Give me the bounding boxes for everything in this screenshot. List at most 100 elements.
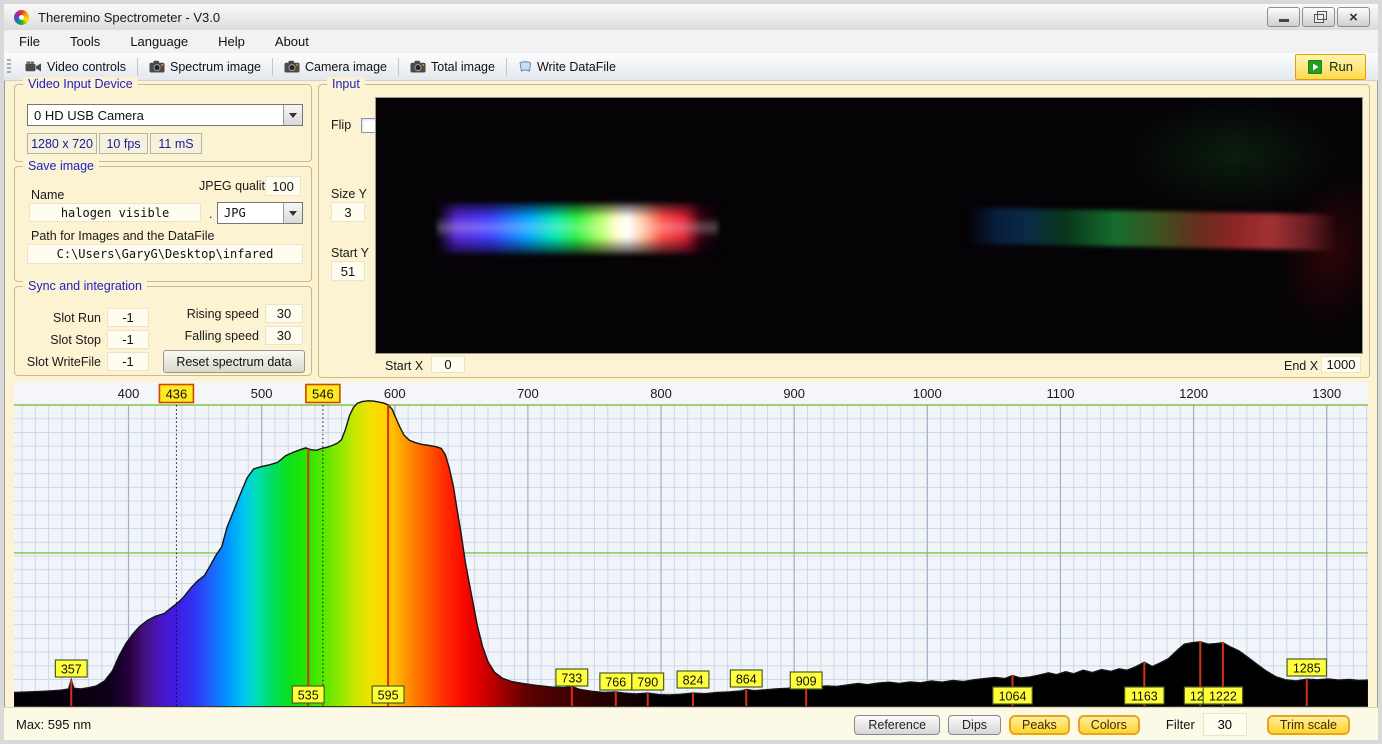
menu-tools[interactable]: Tools <box>55 30 115 53</box>
slot-run-label: Slot Run <box>15 311 101 325</box>
run-label: Run <box>1329 59 1353 74</box>
chevron-down-icon <box>283 105 302 125</box>
camera-icon <box>284 60 300 73</box>
slot-stop-field[interactable] <box>107 330 149 349</box>
flip-checkbox[interactable] <box>361 118 376 133</box>
reset-spectrum-button[interactable]: Reset spectrum data <box>163 350 305 373</box>
path-field[interactable] <box>27 244 303 264</box>
camera-icon <box>410 60 426 73</box>
peaks-button[interactable]: Peaks <box>1009 715 1070 735</box>
end-x-field[interactable] <box>1321 356 1361 373</box>
chevron-down-icon <box>283 203 302 223</box>
reference-button[interactable]: Reference <box>854 715 940 735</box>
fps-badge: 10 fps <box>99 133 148 154</box>
jpeg-quality-label: JPEG quality <box>199 179 271 193</box>
total-image-button[interactable]: Total image <box>401 56 504 78</box>
colors-button[interactable]: Colors <box>1078 715 1140 735</box>
spectrum-chart[interactable]: 4005006007008009001000110012001300436546… <box>14 382 1368 707</box>
rising-speed-field[interactable] <box>265 304 303 323</box>
close-button[interactable]: × <box>1337 7 1370 27</box>
svg-text:909: 909 <box>796 675 817 689</box>
name-label: Name <box>31 188 64 202</box>
slot-run-field[interactable] <box>107 308 149 327</box>
start-y-field[interactable] <box>331 261 365 281</box>
video-controls-button[interactable]: Video controls <box>16 56 135 78</box>
toolbar-separator <box>398 58 399 76</box>
window-title: Theremino Spectrometer - V3.0 <box>38 10 220 25</box>
camera-image-button[interactable]: Camera image <box>275 56 396 78</box>
start-x-field[interactable] <box>431 356 465 373</box>
svg-text:790: 790 <box>637 676 658 690</box>
input-group: Input Flip Size Y Start Y Start X End X <box>318 84 1370 378</box>
svg-text:357: 357 <box>61 663 82 677</box>
filter-label: Filter <box>1166 717 1195 732</box>
format-select[interactable]: JPG <box>217 202 303 224</box>
svg-text:1163: 1163 <box>1131 690 1158 704</box>
video-device-select[interactable]: 0 HD USB Camera <box>27 104 303 126</box>
total-image-label: Total image <box>431 60 495 74</box>
rising-speed-label: Rising speed <box>161 307 259 321</box>
svg-text:595: 595 <box>378 689 399 703</box>
svg-text:1100: 1100 <box>1046 386 1074 401</box>
datafile-scroll-icon <box>518 60 532 73</box>
video-camera-icon <box>25 61 42 73</box>
svg-text:800: 800 <box>650 386 672 401</box>
video-controls-label: Video controls <box>47 60 126 74</box>
start-y-label: Start Y <box>331 246 369 260</box>
svg-text:1285: 1285 <box>1293 662 1321 676</box>
svg-text:400: 400 <box>118 386 140 401</box>
menu-file[interactable]: File <box>4 30 55 53</box>
run-button[interactable]: Run <box>1295 54 1366 80</box>
menu-bar: File Tools Language Help About <box>4 30 1378 54</box>
start-x-label: Start X <box>385 359 423 373</box>
filter-field[interactable] <box>1203 713 1247 736</box>
svg-text:546: 546 <box>312 387 334 402</box>
end-x-label: End X <box>1284 359 1318 373</box>
minimize-icon <box>1279 19 1289 22</box>
toolbar: Video controls Spectrum image Camera ima… <box>4 53 1378 81</box>
run-play-icon <box>1308 60 1322 74</box>
svg-text:766: 766 <box>605 676 626 690</box>
svg-text:1000: 1000 <box>913 386 942 401</box>
minimize-button[interactable] <box>1267 7 1300 27</box>
toolbar-grip[interactable] <box>7 59 11 75</box>
menu-language[interactable]: Language <box>115 30 203 53</box>
camera-preview <box>375 97 1363 354</box>
write-datafile-button[interactable]: Write DataFile <box>509 56 625 78</box>
falling-speed-field[interactable] <box>265 326 303 345</box>
falling-speed-label: Falling speed <box>161 329 259 343</box>
slot-writefile-label: Slot WriteFile <box>15 355 101 369</box>
toolbar-separator <box>137 58 138 76</box>
size-y-field[interactable] <box>331 202 365 222</box>
size-y-label: Size Y <box>331 187 367 201</box>
trim-scale-button[interactable]: Trim scale <box>1267 715 1350 735</box>
menu-about[interactable]: About <box>260 30 324 53</box>
restore-button[interactable] <box>1302 7 1335 27</box>
toolbar-separator <box>506 58 507 76</box>
sync-group-title: Sync and integration <box>23 279 147 293</box>
sync-group: Sync and integration Slot Run Slot Stop … <box>14 286 312 376</box>
app-window: Theremino Spectrometer - V3.0 × File Too… <box>0 0 1382 744</box>
jpeg-quality-field[interactable] <box>265 176 301 196</box>
slot-stop-label: Slot Stop <box>15 333 101 347</box>
slot-writefile-field[interactable] <box>107 352 149 371</box>
svg-text:600: 600 <box>384 386 406 401</box>
dips-button[interactable]: Dips <box>948 715 1001 735</box>
save-image-group: Save image JPEG quality Name . JPG Path … <box>14 166 312 282</box>
path-label: Path for Images and the DataFile <box>31 229 214 243</box>
main-panel: Video Input Device 0 HD USB Camera 1280 … <box>4 80 1378 382</box>
svg-text:700: 700 <box>517 386 539 401</box>
camera-icon <box>149 60 165 73</box>
toolbar-separator <box>272 58 273 76</box>
status-bar: Max: 595 nm Reference Dips Peaks Colors … <box>4 707 1378 741</box>
latency-badge: 11 mS <box>150 133 202 154</box>
svg-text:1300: 1300 <box>1312 386 1341 401</box>
spectrum-image-button[interactable]: Spectrum image <box>140 56 270 78</box>
image-name-field[interactable] <box>29 203 201 222</box>
video-device-value: 0 HD USB Camera <box>34 108 144 123</box>
svg-text:864: 864 <box>736 673 757 687</box>
svg-text:1222: 1222 <box>1209 690 1237 704</box>
svg-text:436: 436 <box>166 387 188 402</box>
video-input-group: Video Input Device 0 HD USB Camera 1280 … <box>14 84 312 162</box>
menu-help[interactable]: Help <box>203 30 260 53</box>
